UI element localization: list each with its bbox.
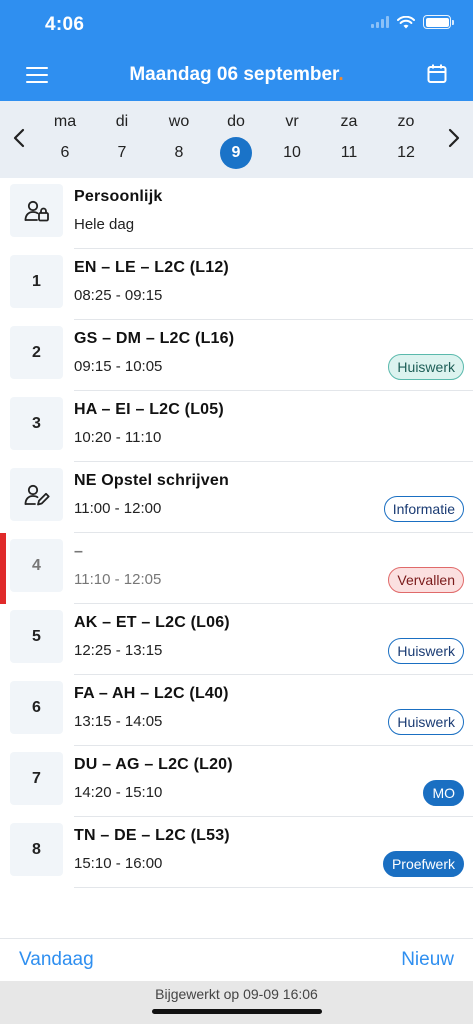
person-lock-icon — [24, 200, 49, 221]
day-number: 11 — [340, 144, 358, 161]
last-updated-bar: Bijgewerkt op 09-09 16:06 — [0, 981, 473, 1024]
day-number: 8 — [174, 144, 184, 161]
day-number: 12 — [397, 144, 415, 161]
info-tag: Informatie — [383, 496, 464, 522]
row-time: 11:00 - 12:00 — [74, 500, 162, 517]
last-updated-text: Bijgewerkt op 09-09 16:06 — [155, 986, 318, 1002]
day-name: ma — [53, 113, 77, 130]
row-title: AK – ET – L2C (L06) — [74, 614, 230, 631]
row-time: 14:20 - 15:10 — [74, 784, 163, 801]
day-name: za — [340, 113, 358, 130]
day-number: 10 — [283, 144, 301, 161]
chevron-right-icon — [448, 128, 460, 148]
row-title: FA – AH – L2C (L40) — [74, 685, 229, 702]
title-dot: . — [338, 64, 344, 85]
test-tag: Proefwerk — [382, 851, 464, 877]
row-time: 12:25 - 13:15 — [74, 642, 163, 659]
cancelled-tag: Vervallen — [388, 567, 464, 593]
row-time: 08:25 - 09:15 — [74, 287, 163, 304]
list-item-lesson-6[interactable]: 6 FA – AH – L2C (L40) 13:15 - 14:05 Huis… — [0, 675, 473, 746]
list-item-personal[interactable]: Persoonlijk Hele dag — [0, 178, 473, 249]
calendar-button[interactable] — [427, 64, 447, 84]
homework-tag: Huiswerk — [388, 638, 464, 664]
new-button[interactable]: Nieuw — [401, 949, 454, 971]
list-item-lesson-2[interactable]: 2 GS – DM – L2C (L16) 09:15 - 10:05 Huis… — [0, 320, 473, 391]
row-title: EN – LE – L2C (L12) — [74, 259, 229, 276]
row-badge — [10, 184, 63, 237]
home-indicator[interactable] — [152, 1009, 322, 1014]
row-time: 13:15 - 14:05 — [74, 713, 163, 730]
bottom-toolbar: Vandaag Nieuw — [0, 938, 473, 981]
day-name: zo — [397, 113, 415, 130]
row-badge: 5 — [10, 610, 63, 663]
row-title: NE Opstel schrijven — [74, 472, 229, 489]
wifi-icon — [397, 15, 415, 28]
list-item-lesson-1[interactable]: 1 EN – LE – L2C (L12) 08:25 - 09:15 — [0, 249, 473, 320]
day-number-selected: 9 — [220, 137, 252, 169]
mo-tag: MO — [423, 780, 464, 806]
row-title: – — [74, 543, 84, 560]
battery-icon — [423, 15, 454, 29]
row-time: 09:15 - 10:05 — [74, 358, 163, 375]
row-badge: 8 — [10, 823, 63, 876]
row-badge — [10, 468, 63, 521]
row-time: Hele dag — [74, 216, 135, 233]
day-number: 7 — [117, 144, 127, 161]
today-button[interactable]: Vandaag — [19, 949, 94, 971]
chevron-left-icon — [13, 128, 25, 148]
list-item-appointment[interactable]: NE Opstel schrijven 11:00 - 12:00 Inform… — [0, 462, 473, 533]
homework-tag: Huiswerk — [388, 709, 464, 735]
page-title: Maandag 06 september. — [0, 64, 473, 86]
day-number: 6 — [60, 144, 70, 161]
row-badge: 3 — [10, 397, 63, 450]
status-icons — [371, 15, 454, 29]
status-time: 4:06 — [45, 14, 85, 35]
row-badge: 6 — [10, 681, 63, 734]
day-name: di — [115, 113, 129, 130]
signal-icon — [371, 16, 389, 28]
person-edit-icon — [24, 484, 50, 505]
list-item-lesson-4-cancelled[interactable]: 4 – 11:10 - 12:05 Vervallen — [0, 533, 473, 604]
next-week-button[interactable] — [447, 126, 461, 150]
day-name: wo — [168, 113, 190, 130]
list-item-lesson-8[interactable]: 8 TN – DE – L2C (L53) 15:10 - 16:00 Proe… — [0, 817, 473, 888]
row-time: 15:10 - 16:00 — [74, 855, 163, 872]
calendar-icon — [427, 64, 447, 83]
homework-tag: Huiswerk — [388, 354, 464, 380]
page-title-text: Maandag 06 september — [129, 64, 339, 85]
day-name: do — [227, 113, 245, 130]
divider — [74, 887, 473, 888]
row-badge: 7 — [10, 752, 63, 805]
app-header: 4:06 Maandag 06 september. — [0, 0, 473, 101]
row-title: GS – DM – L2C (L16) — [74, 330, 235, 347]
list-item-lesson-3[interactable]: 3 HA – EI – L2C (L05) 10:20 - 11:10 — [0, 391, 473, 462]
list-item-lesson-5[interactable]: 5 AK – ET – L2C (L06) 12:25 - 13:15 Huis… — [0, 604, 473, 675]
row-badge: 4 — [10, 539, 63, 592]
day-name: vr — [285, 113, 299, 130]
row-title: DU – AG – L2C (L20) — [74, 756, 233, 773]
row-badge: 1 — [10, 255, 63, 308]
row-title: TN – DE – L2C (L53) — [74, 827, 230, 844]
week-strip: ma 6 di 7 wo 8 do 9 vr 10 za 11 zo 12 — [0, 101, 473, 178]
row-title: HA – EI – L2C (L05) — [74, 401, 224, 418]
row-title: Persoonlijk — [74, 188, 163, 205]
row-badge: 2 — [10, 326, 63, 379]
row-time: 10:20 - 11:10 — [74, 429, 162, 446]
list-item-lesson-7[interactable]: 7 DU – AG – L2C (L20) 14:20 - 15:10 MO — [0, 746, 473, 817]
prev-week-button[interactable] — [12, 126, 26, 150]
row-time: 11:10 - 12:05 — [74, 571, 162, 588]
cancelled-indicator — [0, 533, 6, 604]
